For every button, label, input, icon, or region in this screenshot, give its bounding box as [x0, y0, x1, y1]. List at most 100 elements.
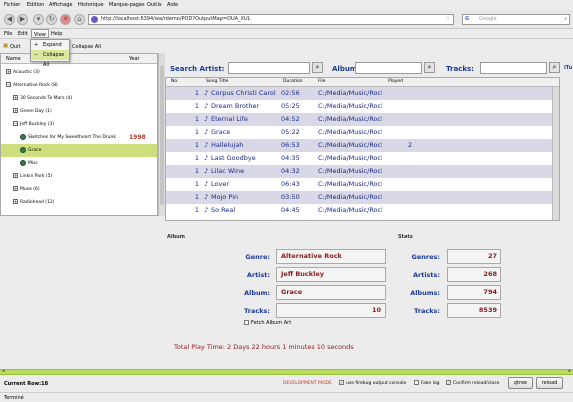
tree-col-name[interactable]: Name	[6, 56, 21, 62]
fetch-art-row[interactable]: Fetch Album Art	[244, 320, 291, 326]
menu-aide[interactable]: Aide	[167, 2, 178, 8]
track-row[interactable]: ♪ 1 Lilac Wine 04:32 C:/Media/Music/Rock/	[166, 165, 554, 178]
magnifier-icon[interactable]: ⌕	[564, 15, 567, 24]
stop-icon[interactable]: ✕	[60, 14, 71, 25]
track-row[interactable]: ♪ 1 Dream Brother 05:25 C:/Media/Music/Rock/	[166, 100, 554, 113]
left-arrow-icon[interactable]: ◂	[2, 368, 5, 374]
tree-row[interactable]: Grace	[1, 144, 157, 157]
tracks-search-input[interactable]	[480, 62, 547, 74]
tree-row[interactable]: − Alternative Rock (8)	[1, 79, 157, 92]
menu-outils[interactable]: Outils	[147, 2, 161, 8]
track-row[interactable]: ♪ 1 So Real 04:45 C:/Media/Music/Rock/	[166, 204, 554, 217]
genre-tree[interactable]: Name Year + Acoustic (3) − Alternative Rock…	[0, 53, 158, 216]
google-icon[interactable]: G	[465, 15, 469, 24]
tree-col-year[interactable]: Year	[129, 56, 140, 62]
collapse-icon[interactable]: −	[6, 82, 11, 87]
quit-button[interactable]: Quit	[10, 44, 20, 50]
col-played[interactable]: Played	[388, 79, 403, 84]
app-menu-file[interactable]: File	[4, 31, 12, 37]
track-row[interactable]: ♪ 1 Hallelujah 06:53 C:/Media/Music/Rock/2	[166, 139, 554, 152]
menu-historique[interactable]: Historique	[78, 2, 104, 8]
reload-icon[interactable]: ↻	[46, 14, 57, 25]
search-artist-button[interactable]: ⌕	[312, 62, 323, 73]
fake-lag-checkbox[interactable]	[414, 380, 419, 385]
track-title: Lover	[211, 180, 230, 188]
albums-search-input[interactable]	[355, 62, 422, 74]
app-toolbar: ▣ Quit Collapse All	[0, 39, 165, 53]
col-file[interactable]: File	[318, 79, 326, 84]
col-duration[interactable]: Duration	[283, 79, 303, 84]
tree-row[interactable]: + Muse (6)	[1, 183, 157, 196]
genre-field[interactable]: Alternative Rock	[276, 249, 386, 264]
tree-scrollbar[interactable]	[158, 53, 165, 216]
dropdown-icon[interactable]: ▾	[33, 14, 44, 25]
expand-icon[interactable]: +	[13, 95, 18, 100]
albums-value: 794	[447, 285, 501, 300]
app-menu-view[interactable]: View	[31, 29, 49, 38]
track-row[interactable]: ♪ 1 Last Goodbye 04:35 C:/Media/Music/Rock/	[166, 152, 554, 165]
track-grid[interactable]: No. Song Title Duration File Played ♪ 1 Co…	[165, 77, 560, 221]
track-row[interactable]: ♪ 1 Grace 05:22 C:/Media/Music/Rock/	[166, 126, 554, 139]
firebug-checkbox[interactable]: ✓	[339, 380, 344, 385]
expand-icon[interactable]: +	[13, 108, 18, 113]
tree-scroll-thumb[interactable]	[160, 65, 164, 205]
url-bar[interactable]: http://localhost:6394/wa/rdemo/POD?Outpu…	[88, 14, 454, 25]
menu-fichier[interactable]: Fichier	[4, 2, 20, 8]
qtree-button[interactable]: qtree	[508, 377, 533, 389]
grid-scrollbar[interactable]	[552, 87, 559, 220]
collapse-all-button[interactable]: Collapse All	[72, 44, 101, 50]
tree-row[interactable]: +30 Seconds To Mars (4)	[1, 92, 157, 105]
track-row[interactable]: ♪ 1 Lover 06:43 C:/Media/Music/Rock/	[166, 178, 554, 191]
album-tracks-field[interactable]: 10	[276, 303, 386, 318]
menu-edition[interactable]: Edition	[27, 2, 44, 8]
track-row[interactable]: ♪ 1 Corpus Christi Carol 02:56 C:/Media/Musi…	[166, 87, 554, 100]
app-menu-help[interactable]: Help	[51, 31, 62, 37]
reload-button[interactable]: reload	[536, 377, 563, 389]
tree-row[interactable]: Sketches for My Sweetheart The Drunk 1998	[1, 131, 157, 144]
menu-collapse-all[interactable]: − Collapse All	[31, 50, 69, 68]
track-no: 1	[194, 89, 199, 97]
tree-row[interactable]: + Green Day (1)	[1, 105, 157, 118]
track-row[interactable]: ♪ 1 Mojo Pin 03:50 C:/Media/Music/Rock/	[166, 191, 554, 204]
expand-icon[interactable]: +	[13, 186, 18, 191]
web-search-field[interactable]: G Google ⌕	[462, 14, 570, 25]
collapse-icon[interactable]: −	[13, 121, 18, 126]
stats-section-title: Stats	[398, 234, 413, 240]
tracks-search-button[interactable]: ⌕	[549, 62, 560, 73]
firebug-option[interactable]: ✓ use firebug output console	[339, 380, 406, 386]
col-no[interactable]: No.	[171, 79, 178, 84]
search-artist-input[interactable]	[228, 62, 310, 74]
back-icon[interactable]: ◀	[4, 14, 15, 25]
col-song-title[interactable]: Song Title	[206, 79, 228, 84]
right-arrow-icon[interactable]: ▸	[568, 368, 571, 374]
home-icon[interactable]: ⌂	[74, 14, 85, 25]
tree-row[interactable]: + Acoustic (3)	[1, 66, 157, 79]
expand-icon[interactable]: +	[13, 199, 18, 204]
app-menu-edit[interactable]: Edit	[18, 31, 28, 37]
tree-row[interactable]: − Jeff Buckley (3)	[1, 118, 157, 131]
tree-row[interactable]: Misc	[1, 157, 157, 170]
album-disc-icon	[20, 146, 26, 153]
status-bar: Current Row:18 DEVELOPMENT MODE ✓ use fir…	[0, 375, 573, 392]
album-field[interactable]: Grace	[276, 285, 386, 300]
menu-marque-pages[interactable]: Marque-pages	[109, 2, 145, 8]
forward-icon[interactable]: ▶	[17, 14, 28, 25]
tree-row[interactable]: + Linkin Park (5)	[1, 170, 157, 183]
fetch-art-checkbox[interactable]	[244, 320, 249, 325]
tree-row[interactable]: + Radiohead (12)	[1, 196, 157, 209]
expand-icon[interactable]: +	[6, 69, 11, 74]
truncated-label: iTu	[564, 65, 573, 71]
expand-icon[interactable]: +	[13, 173, 18, 178]
artist-field[interactable]: Jeff Buckley	[276, 267, 386, 282]
fake-lag-option[interactable]: Fake lag	[414, 380, 439, 386]
track-file: C:/Media/Music/Rock/	[318, 167, 382, 175]
albums-search-button[interactable]: ⌕	[424, 62, 435, 73]
track-row[interactable]: ♪ 1 Eternal Life 04:52 C:/Media/Music/Rock/	[166, 113, 554, 126]
menu-expand-all[interactable]: +Expand All	[31, 40, 69, 58]
confirm-reload-option[interactable]: ✓ Confirm reload/close	[446, 380, 499, 386]
dev-mode-label: DEVELOPMENT MODE	[283, 381, 332, 386]
star-icon[interactable]: ☆	[446, 15, 450, 24]
search-icon: ⌕	[552, 63, 557, 71]
menu-affichage[interactable]: Affichage	[49, 2, 73, 8]
confirm-reload-checkbox[interactable]: ✓	[446, 380, 451, 385]
